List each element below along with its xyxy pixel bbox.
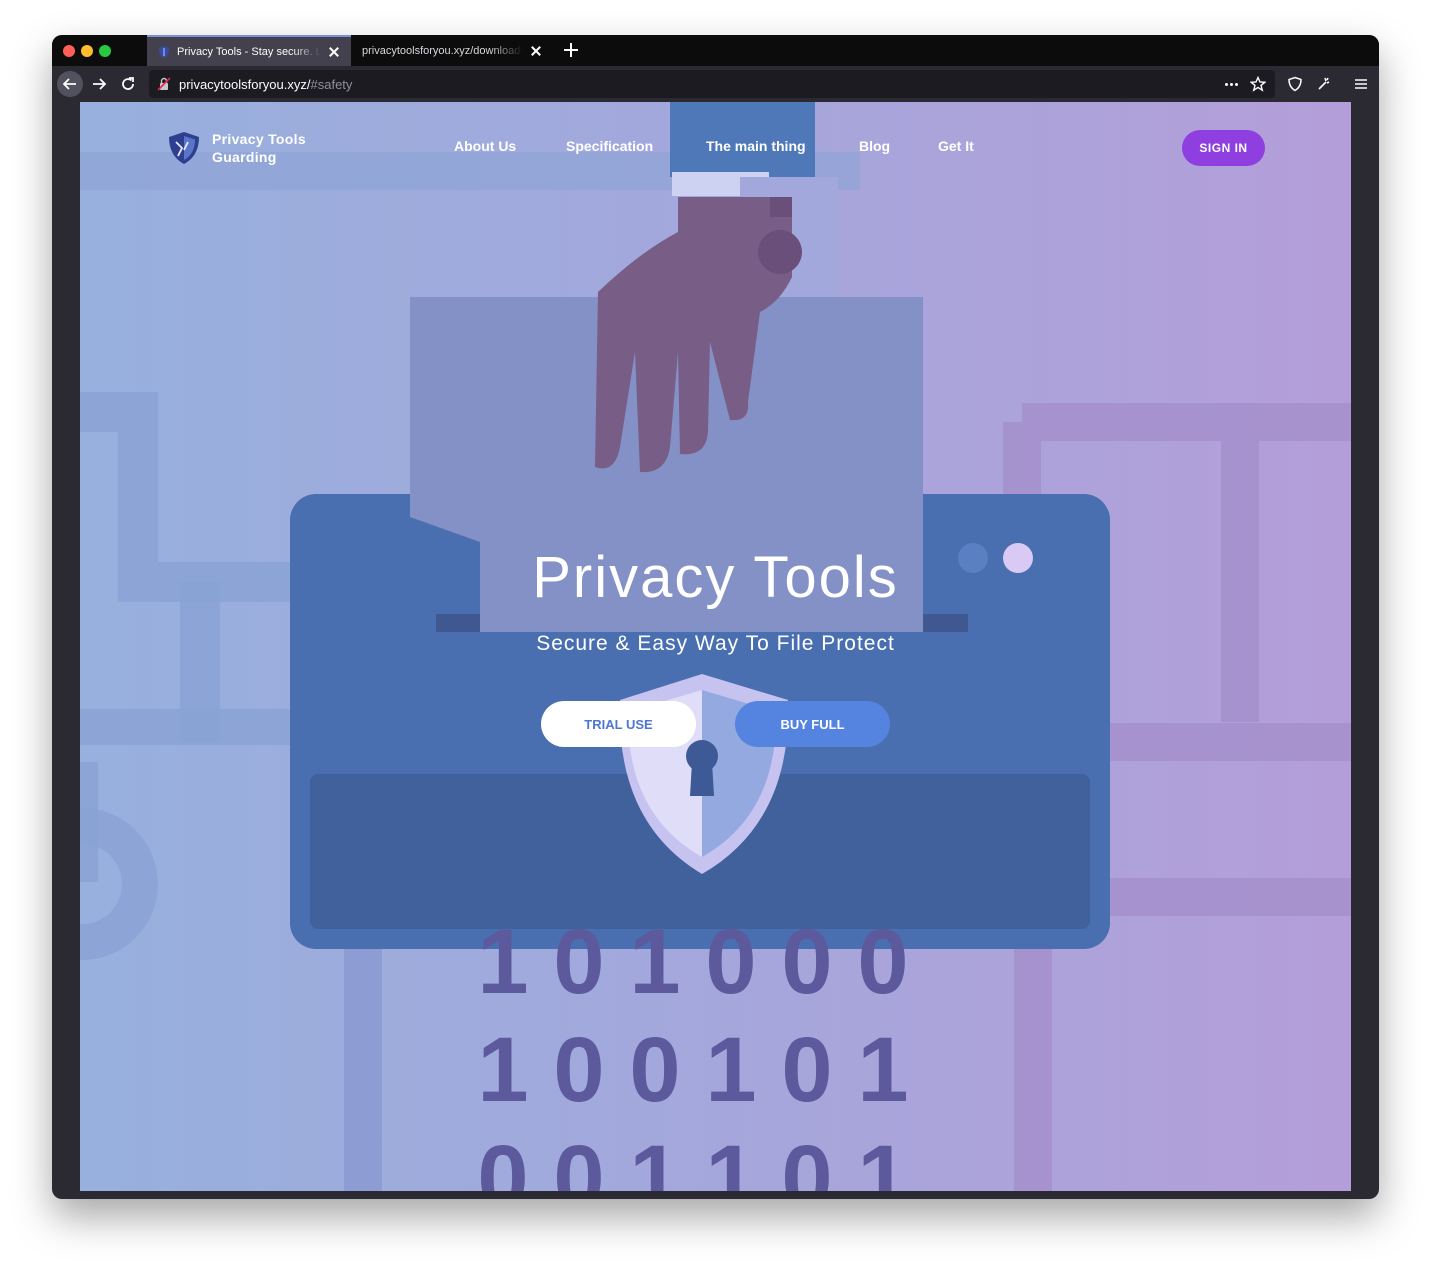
binary-digit: 0	[781, 1019, 833, 1121]
bookmark-star-icon[interactable]	[1250, 76, 1266, 92]
trial-use-button[interactable]: TRIAL USE	[541, 701, 696, 747]
close-tab-icon[interactable]	[327, 45, 341, 59]
close-tab-icon[interactable]	[529, 44, 543, 58]
binary-digit: 0	[781, 911, 833, 1013]
binary-digit: 1	[705, 1019, 757, 1121]
shield-favicon-icon	[159, 45, 169, 58]
site-logo[interactable]: Privacy Tools Guarding	[166, 130, 306, 166]
binary-row: 0 0 1 1 0 1	[468, 1132, 918, 1191]
tracking-shield-icon[interactable]	[1282, 71, 1308, 97]
extension-icon[interactable]	[1311, 71, 1337, 97]
tab-title: privacytoolsforyou.xyz/downloads/sa	[362, 44, 523, 57]
close-window-button[interactable]	[63, 45, 75, 57]
hero-subtitle: Secure & Easy Way To File Protect	[536, 632, 895, 655]
page-viewport: Privacy Tools Guarding About Us Specific…	[80, 102, 1351, 1191]
binary-digit: 1	[477, 911, 529, 1013]
menu-main-thing[interactable]: The main thing	[706, 138, 806, 154]
hero-title: Privacy Tools	[532, 545, 899, 610]
menu-get-it[interactable]: Get It	[938, 138, 974, 154]
url-host: privacytoolsforyou.xyz/	[179, 76, 311, 92]
binary-digit: 0	[781, 1127, 833, 1191]
new-tab-icon[interactable]	[561, 40, 581, 60]
menu-blog[interactable]: Blog	[859, 138, 890, 154]
browser-window: Privacy Tools - Stay secure. Live safe p…	[52, 35, 1379, 1199]
zoom-window-button[interactable]	[99, 45, 111, 57]
buy-full-button[interactable]: BUY FULL	[735, 701, 890, 747]
binary-row: 1 0 0 1 0 1	[468, 1024, 918, 1116]
forward-icon[interactable]	[86, 71, 112, 97]
binary-digit: 1	[629, 911, 681, 1013]
menu-specification[interactable]: Specification	[566, 138, 653, 154]
shield-logo-icon	[169, 132, 199, 164]
sign-in-button[interactable]: SIGN IN	[1182, 130, 1265, 166]
logo-text: Privacy Tools Guarding	[212, 130, 306, 166]
minimize-window-button[interactable]	[81, 45, 93, 57]
reload-icon[interactable]	[115, 71, 141, 97]
binary-digit: 0	[553, 911, 605, 1013]
menu-about-us[interactable]: About Us	[454, 138, 516, 154]
binary-digit: 1	[857, 1019, 909, 1121]
url-path: #safety	[310, 76, 353, 92]
binary-digit: 1	[629, 1127, 681, 1191]
tab-downloads[interactable]: privacytoolsforyou.xyz/downloads/sa	[352, 35, 553, 66]
binary-digit: 1	[857, 1127, 909, 1191]
binary-digit: 0	[629, 1019, 681, 1121]
menu-icon[interactable]	[1348, 71, 1374, 97]
back-icon[interactable]	[57, 71, 83, 97]
site-insecure-icon[interactable]	[157, 77, 171, 91]
more-icon[interactable]	[1225, 82, 1238, 86]
nav-toolbar: privacytoolsforyou.xyz/#safety	[52, 66, 1379, 102]
binary-digit: 1	[477, 1019, 529, 1121]
binary-digit: 0	[705, 911, 757, 1013]
tab-privacy-tools[interactable]: Privacy Tools - Stay secure. Live safe	[147, 35, 351, 66]
binary-digit: 0	[553, 1019, 605, 1121]
binary-digit: 0	[477, 1127, 529, 1191]
binary-digit: 0	[857, 911, 909, 1013]
tab-strip: Privacy Tools - Stay secure. Live safe p…	[52, 35, 1379, 66]
tab-title: Privacy Tools - Stay secure. Live safe	[177, 45, 321, 58]
binary-row: 1 0 1 0 0 0	[468, 916, 918, 1008]
logo-line-1: Privacy Tools	[212, 131, 306, 147]
url-bar[interactable]: privacytoolsforyou.xyz/#safety	[149, 70, 1275, 98]
page-actions	[1225, 70, 1266, 98]
logo-line-2: Guarding	[212, 149, 277, 165]
binary-digit: 1	[705, 1127, 757, 1191]
binary-digit: 0	[553, 1127, 605, 1191]
